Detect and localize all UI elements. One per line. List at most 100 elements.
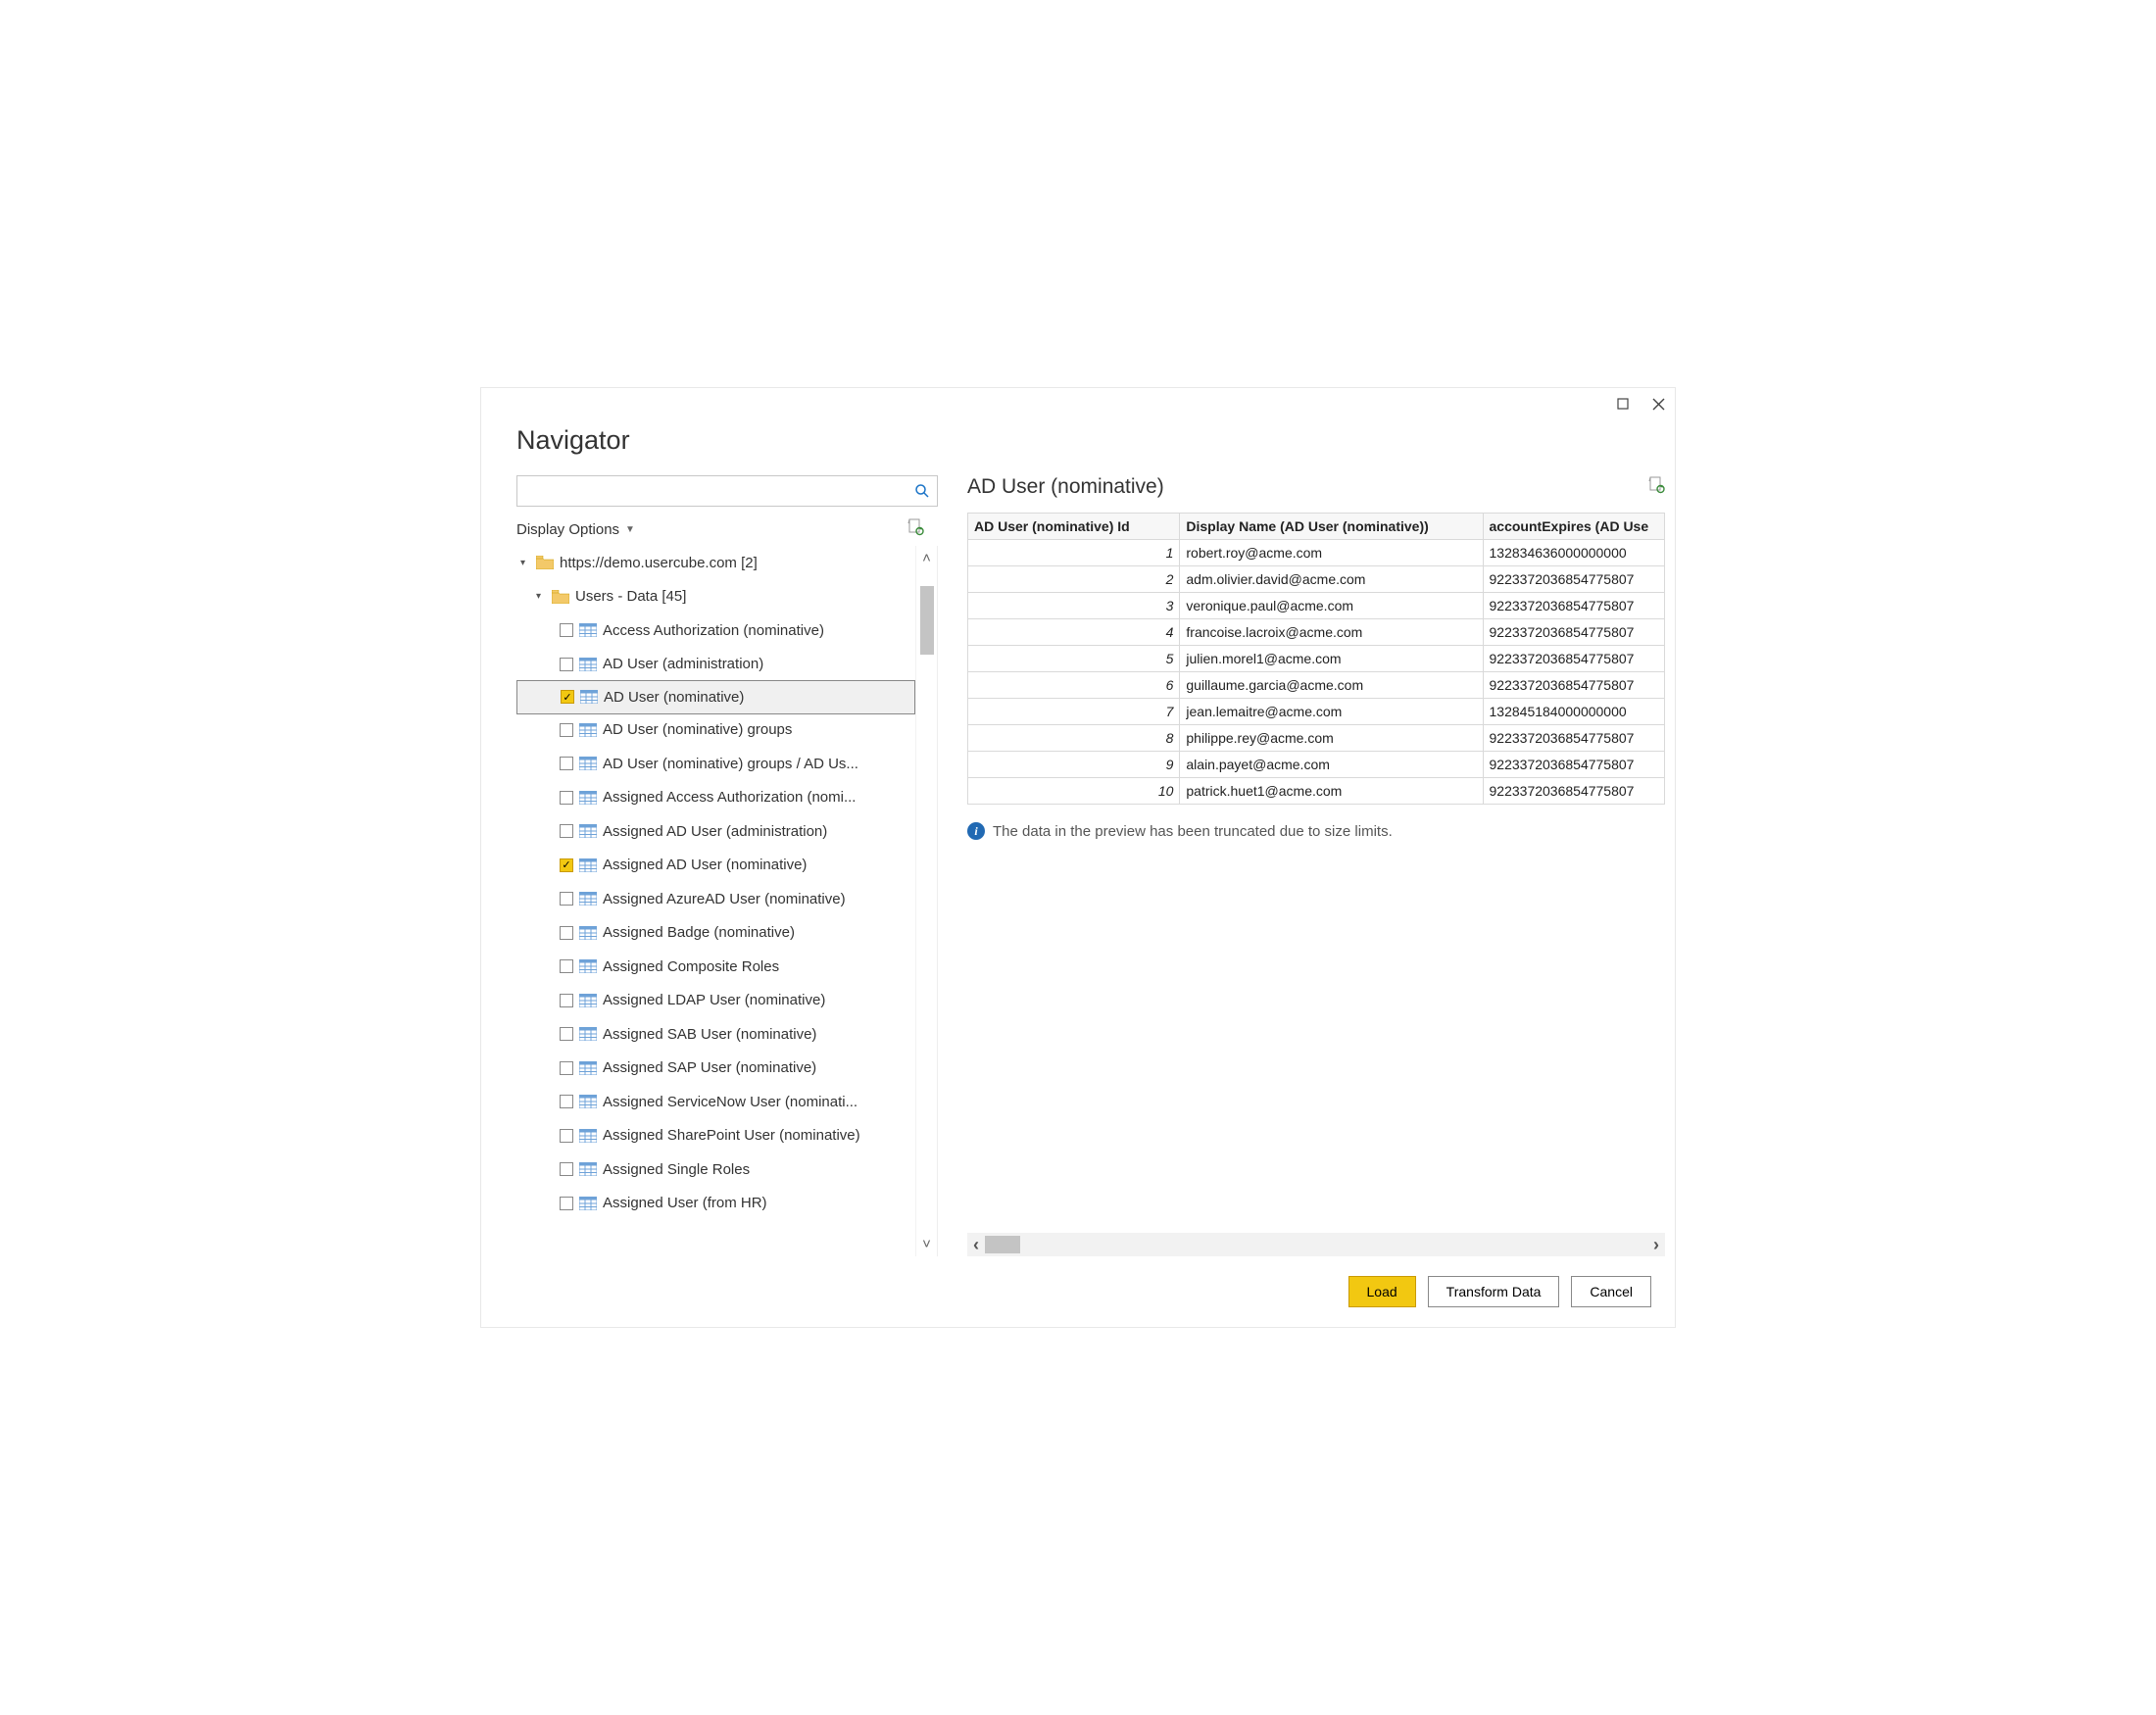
scroll-right-icon[interactable]: › <box>1653 1235 1659 1255</box>
preview-table[interactable]: AD User (nominative) Id Display Name (AD… <box>967 513 1665 805</box>
tree-item-checkbox[interactable] <box>560 1162 573 1176</box>
tree-row[interactable]: ✓Assigned AD User (nominative) <box>516 849 915 883</box>
table-row[interactable]: 3veronique.paul@acme.com9223372036854775… <box>968 593 1665 619</box>
cell-displayname: adm.olivier.david@acme.com <box>1180 566 1483 593</box>
cell-displayname: guillaume.garcia@acme.com <box>1180 672 1483 699</box>
refresh-icon[interactable] <box>906 518 938 540</box>
display-options-dropdown[interactable]: Display Options ▼ <box>516 521 635 538</box>
table-icon <box>579 994 597 1007</box>
cell-displayname: francoise.lacroix@acme.com <box>1180 619 1483 646</box>
tree-item-checkbox[interactable] <box>560 658 573 671</box>
col-header-accountexpires[interactable]: accountExpires (AD Use <box>1483 514 1664 540</box>
navigator-tree[interactable]: ▾https://demo.usercube.com [2]▾Users - D… <box>516 546 915 1256</box>
caret-icon[interactable]: ▾ <box>520 558 530 568</box>
col-header-id[interactable]: AD User (nominative) Id <box>968 514 1180 540</box>
cell-displayname: alain.payet@acme.com <box>1180 752 1483 778</box>
cell-displayname: robert.roy@acme.com <box>1180 540 1483 566</box>
tree-item-checkbox[interactable] <box>560 623 573 637</box>
tree-item-checkbox[interactable] <box>560 757 573 770</box>
tree-row[interactable]: Assigned SharePoint User (nominative) <box>516 1119 915 1153</box>
tree-item-label: AD User (nominative) groups <box>603 721 792 738</box>
table-row[interactable]: 2adm.olivier.david@acme.com9223372036854… <box>968 566 1665 593</box>
tree-item-checkbox[interactable]: ✓ <box>561 690 574 704</box>
table-icon <box>579 926 597 940</box>
scroll-thumb[interactable] <box>920 586 934 655</box>
navigator-dialog: Navigator Display Options ▼ <box>480 387 1676 1328</box>
table-icon <box>579 1061 597 1075</box>
info-icon: i <box>967 822 985 840</box>
cell-id: 4 <box>968 619 1180 646</box>
tree-item-checkbox[interactable] <box>560 1197 573 1210</box>
tree-item-checkbox[interactable] <box>560 1061 573 1075</box>
table-row[interactable]: 6guillaume.garcia@acme.com92233720368547… <box>968 672 1665 699</box>
tree-row[interactable]: ✓AD User (nominative) <box>516 680 915 714</box>
hscroll-thumb[interactable] <box>985 1236 1020 1253</box>
display-options-label: Display Options <box>516 521 619 538</box>
col-header-displayname[interactable]: Display Name (AD User (nominative)) <box>1180 514 1483 540</box>
table-icon <box>579 1197 597 1210</box>
table-row[interactable]: 1robert.roy@acme.com132834636000000000 <box>968 540 1665 566</box>
search-input[interactable] <box>517 476 907 506</box>
preview-horizontal-scrollbar[interactable]: ‹ › <box>967 1233 1665 1256</box>
table-row[interactable]: 5julien.morel1@acme.com92233720368547758… <box>968 646 1665 672</box>
cell-accountexpires: 9223372036854775807 <box>1483 566 1664 593</box>
table-icon <box>579 1027 597 1041</box>
scroll-left-icon[interactable]: ‹ <box>973 1235 979 1255</box>
tree-row[interactable]: Assigned User (from HR) <box>516 1187 915 1221</box>
tree-row[interactable]: Assigned SAB User (nominative) <box>516 1017 915 1052</box>
load-button[interactable]: Load <box>1348 1276 1416 1307</box>
table-row[interactable]: 7jean.lemaitre@acme.com13284518400000000… <box>968 699 1665 725</box>
tree-row[interactable]: Assigned Badge (nominative) <box>516 916 915 951</box>
tree-item-label: Assigned SharePoint User (nominative) <box>603 1127 860 1144</box>
table-row[interactable]: 10patrick.huet1@acme.com9223372036854775… <box>968 778 1665 805</box>
table-icon <box>579 858 597 872</box>
cell-id: 10 <box>968 778 1180 805</box>
tree-item-checkbox[interactable] <box>560 824 573 838</box>
caret-icon[interactable]: ▾ <box>536 591 546 602</box>
tree-row[interactable]: Assigned ServiceNow User (nominati... <box>516 1085 915 1119</box>
tree-row[interactable]: Assigned Composite Roles <box>516 950 915 984</box>
tree-item-checkbox[interactable] <box>560 1129 573 1143</box>
scroll-down-icon[interactable]: ˅ <box>922 1236 931 1252</box>
tree-item-checkbox[interactable] <box>560 959 573 973</box>
table-row[interactable]: 9alain.payet@acme.com9223372036854775807 <box>968 752 1665 778</box>
tree-item-checkbox[interactable] <box>560 723 573 737</box>
tree-row[interactable]: Assigned Single Roles <box>516 1152 915 1187</box>
tree-item-checkbox[interactable] <box>560 1027 573 1041</box>
cell-displayname: jean.lemaitre@acme.com <box>1180 699 1483 725</box>
tree-row[interactable]: Access Authorization (nominative) <box>516 613 915 648</box>
preview-refresh-icon[interactable] <box>1647 476 1665 498</box>
tree-item-checkbox[interactable]: ✓ <box>560 858 573 872</box>
scroll-up-icon[interactable]: ˄ <box>922 550 931 566</box>
tree-item-checkbox[interactable] <box>560 892 573 906</box>
search-box[interactable] <box>516 475 938 507</box>
search-icon[interactable] <box>907 476 937 506</box>
tree-row[interactable]: Assigned AzureAD User (nominative) <box>516 882 915 916</box>
tree-row[interactable]: AD User (administration) <box>516 648 915 682</box>
tree-scrollbar[interactable]: ˄ ˅ <box>915 546 937 1256</box>
tree-row[interactable]: AD User (nominative) groups <box>516 713 915 748</box>
truncation-text: The data in the preview has been truncat… <box>993 823 1393 840</box>
window-titlebar <box>481 388 1675 419</box>
tree-item-checkbox[interactable] <box>560 791 573 805</box>
window-close-icon[interactable] <box>1649 395 1667 413</box>
table-row[interactable]: 8philippe.rey@acme.com922337203685477580… <box>968 725 1665 752</box>
tree-item-checkbox[interactable] <box>560 994 573 1007</box>
table-icon <box>580 690 598 704</box>
tree-row[interactable]: AD User (nominative) groups / AD Us... <box>516 747 915 781</box>
preview-title: AD User (nominative) <box>967 475 1164 499</box>
tree-item-label: Assigned Composite Roles <box>603 958 779 975</box>
tree-row[interactable]: ▾Users - Data [45] <box>516 580 915 614</box>
window-maximize-icon[interactable] <box>1614 395 1632 413</box>
tree-row[interactable]: Assigned SAP User (nominative) <box>516 1052 915 1086</box>
tree-item-checkbox[interactable] <box>560 926 573 940</box>
cancel-button[interactable]: Cancel <box>1571 1276 1651 1307</box>
tree-row[interactable]: Assigned LDAP User (nominative) <box>516 984 915 1018</box>
transform-data-button[interactable]: Transform Data <box>1428 1276 1560 1307</box>
table-icon <box>579 892 597 906</box>
tree-row[interactable]: ▾https://demo.usercube.com [2] <box>516 546 915 580</box>
tree-item-checkbox[interactable] <box>560 1095 573 1108</box>
tree-row[interactable]: Assigned Access Authorization (nomi... <box>516 781 915 815</box>
table-row[interactable]: 4francoise.lacroix@acme.com9223372036854… <box>968 619 1665 646</box>
tree-row[interactable]: Assigned AD User (administration) <box>516 814 915 849</box>
